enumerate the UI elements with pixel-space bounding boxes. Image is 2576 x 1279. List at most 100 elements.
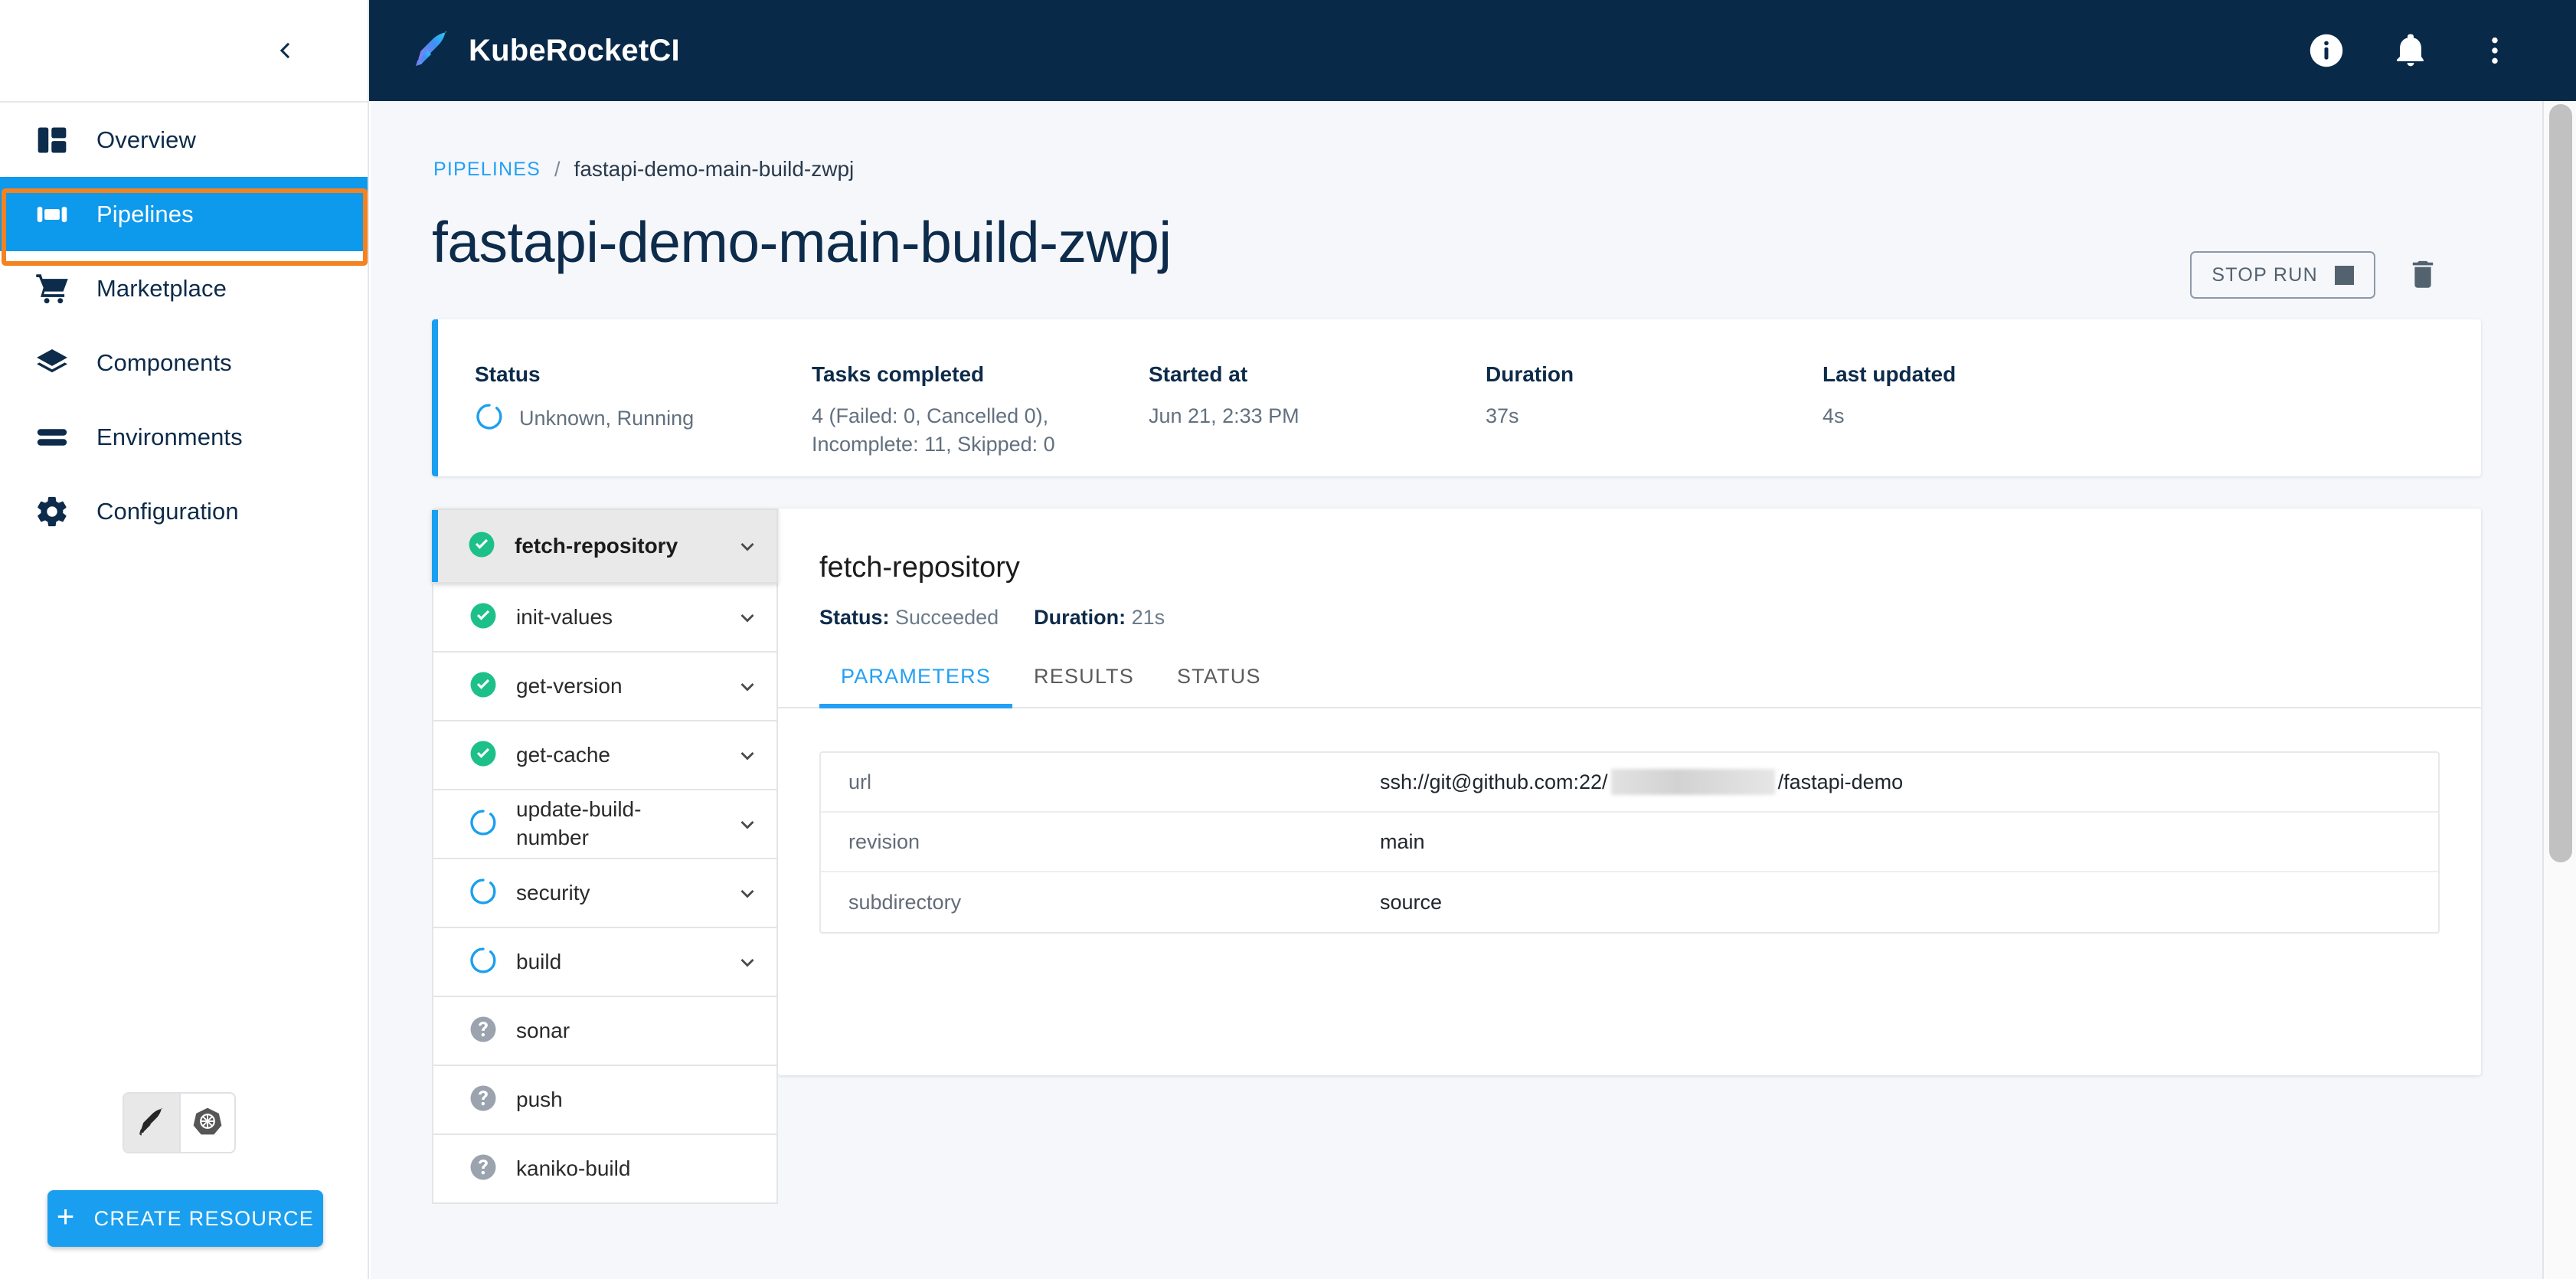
sidebar-item-overview[interactable]: Overview <box>0 103 368 177</box>
task-list-item[interactable]: get-cache <box>432 721 778 790</box>
breadcrumb-pipelines-link[interactable]: PIPELINES <box>433 159 541 181</box>
sidebar-item-marketplace[interactable]: Marketplace <box>0 251 368 325</box>
breadcrumb-current: fastapi-demo-main-build-zwpj <box>574 157 855 181</box>
status-field-duration: Duration 37s <box>1486 362 1822 430</box>
task-list-item[interactable]: push <box>432 1066 778 1135</box>
redacted-value-mask <box>1610 769 1775 795</box>
more-vertical-icon[interactable] <box>2473 29 2516 72</box>
task-list-item-label: sonar <box>516 1018 570 1042</box>
task-detail-duration-label: Duration: <box>1034 606 1126 629</box>
task-list: fetch-repository init-values get-version ge… <box>432 509 778 1204</box>
status-field-label: Last updated <box>1822 362 1957 386</box>
tab-results[interactable]: RESULTS <box>1012 665 1156 707</box>
spinner-icon <box>469 808 498 841</box>
chevron-down-icon[interactable] <box>718 949 776 975</box>
spinner-icon <box>475 402 504 435</box>
task-list-item[interactable]: update-build-number <box>432 790 778 859</box>
tab-parameters[interactable]: PARAMETERS <box>819 665 1013 708</box>
chevron-down-icon[interactable] <box>718 604 776 630</box>
task-list-item[interactable]: fetch-repository <box>432 509 778 584</box>
task-detail-header: fetch-repository Status: Succeeded Durat… <box>778 509 2481 630</box>
parameter-row: url ssh://git@github.com:22/ /fastapi-demo <box>821 753 2438 813</box>
task-detail-meta: Status: Succeeded Duration: 21s <box>819 606 2481 630</box>
task-list-item-label: update-build-number <box>516 797 642 849</box>
parameter-key: url <box>848 770 872 793</box>
status-field-status: Status Unknown, Running <box>475 362 812 435</box>
spinner-icon <box>469 877 498 910</box>
chevron-down-icon[interactable] <box>718 673 776 699</box>
parameter-key: revision <box>848 829 920 853</box>
delete-button[interactable] <box>2401 251 2444 299</box>
trash-icon <box>2406 257 2440 294</box>
kuberocket-feather-icon <box>136 1106 167 1140</box>
check-circle-icon <box>469 601 498 634</box>
parameter-value-prefix: main <box>1380 829 1425 853</box>
sidebar-item-pipelines[interactable]: Pipelines <box>0 177 368 251</box>
stop-run-button[interactable]: STOP RUN <box>2190 251 2375 299</box>
chevron-down-icon[interactable] <box>718 742 776 768</box>
kuberocket-view-toggle[interactable] <box>124 1094 179 1152</box>
sidebar-item-components[interactable]: Components <box>0 325 368 400</box>
spinner-icon <box>469 946 498 979</box>
task-list-item-label: build <box>516 949 562 973</box>
status-field-started-at: Started at Jun 21, 2:33 PM <box>1149 362 1486 430</box>
stack-lines-icon <box>25 420 80 455</box>
stop-square-icon <box>2335 265 2354 285</box>
sidebar-item-label: Configuration <box>96 497 239 525</box>
application-window: Overview Pipelines Marketplace Component… <box>0 0 2576 1279</box>
sidebar-nav: Overview Pipelines Marketplace Component… <box>0 103 368 548</box>
notifications-bell-icon[interactable] <box>2389 29 2432 72</box>
chevron-down-icon[interactable] <box>718 533 776 559</box>
task-list-item[interactable]: init-values <box>432 584 778 653</box>
parameter-value-prefix: source <box>1380 890 1443 914</box>
tab-status[interactable]: STATUS <box>1156 665 1283 707</box>
task-list-item-label: get-cache <box>516 742 610 767</box>
chevron-down-icon[interactable] <box>718 811 776 837</box>
question-circle-icon <box>469 1015 498 1048</box>
stop-run-label: STOP RUN <box>2212 263 2318 286</box>
task-detail-tabs: PARAMETERS RESULTS STATUS <box>778 665 2481 708</box>
chevron-down-icon[interactable] <box>718 880 776 906</box>
question-circle-icon <box>469 1153 498 1186</box>
create-resource-label: CREATE RESOURCE <box>93 1206 315 1230</box>
kuberocket-logo-icon <box>412 29 452 73</box>
task-list-item[interactable]: get-version <box>432 653 778 721</box>
gear-icon <box>25 494 80 529</box>
main-content: PIPELINES / fastapi-demo-main-build-zwpj… <box>371 101 2542 1279</box>
layers-icon <box>25 345 80 381</box>
page-actions: STOP RUN <box>2190 251 2444 299</box>
run-body: fetch-repository init-values get-version ge… <box>432 509 2481 1204</box>
task-list-item[interactable]: sonar <box>432 997 778 1066</box>
task-list-item[interactable]: kaniko-build <box>432 1135 778 1204</box>
header-actions <box>2305 29 2516 72</box>
main-scrollbar-thumb[interactable] <box>2549 104 2572 862</box>
check-circle-icon <box>469 670 498 703</box>
sidebar-item-configuration[interactable]: Configuration <box>0 474 368 548</box>
breadcrumb: PIPELINES / fastapi-demo-main-build-zwpj <box>433 157 2542 182</box>
sidebar-footer: + CREATE RESOURCE <box>0 1092 368 1279</box>
brand[interactable]: KubeRocketCI <box>412 29 680 73</box>
view-toggle-group <box>123 1092 236 1153</box>
main-scrollbar[interactable] <box>2542 101 2576 1279</box>
sidebar-header <box>0 0 368 101</box>
task-list-item[interactable]: security <box>432 859 778 928</box>
sidebar-item-environments[interactable]: Environments <box>0 400 368 474</box>
info-icon[interactable] <box>2305 29 2348 72</box>
task-list-item-label: push <box>516 1087 563 1111</box>
sidebar: Overview Pipelines Marketplace Component… <box>0 0 369 1279</box>
sidebar-collapse-button[interactable] <box>259 24 312 77</box>
parameter-value: ssh://git@github.com:22/ /fastapi-demo <box>1380 769 1903 795</box>
status-field-value: 37s <box>1486 404 1519 427</box>
create-resource-button[interactable]: + CREATE RESOURCE <box>47 1190 323 1247</box>
parameter-value: source <box>1380 891 1442 914</box>
task-detail-panel: fetch-repository Status: Succeeded Durat… <box>778 509 2481 1075</box>
task-list-item[interactable]: build <box>432 928 778 997</box>
breadcrumb-separator: / <box>554 157 561 181</box>
sidebar-item-label: Pipelines <box>96 200 194 227</box>
task-detail-status: Status: Succeeded <box>819 606 999 630</box>
sidebar-item-label: Components <box>96 348 232 376</box>
task-detail-duration: Duration: 21s <box>1034 606 1165 630</box>
parameter-value-prefix: ssh://git@github.com:22/ <box>1380 770 1608 793</box>
brand-name: KubeRocketCI <box>469 33 680 67</box>
kubernetes-view-toggle[interactable] <box>178 1094 234 1152</box>
